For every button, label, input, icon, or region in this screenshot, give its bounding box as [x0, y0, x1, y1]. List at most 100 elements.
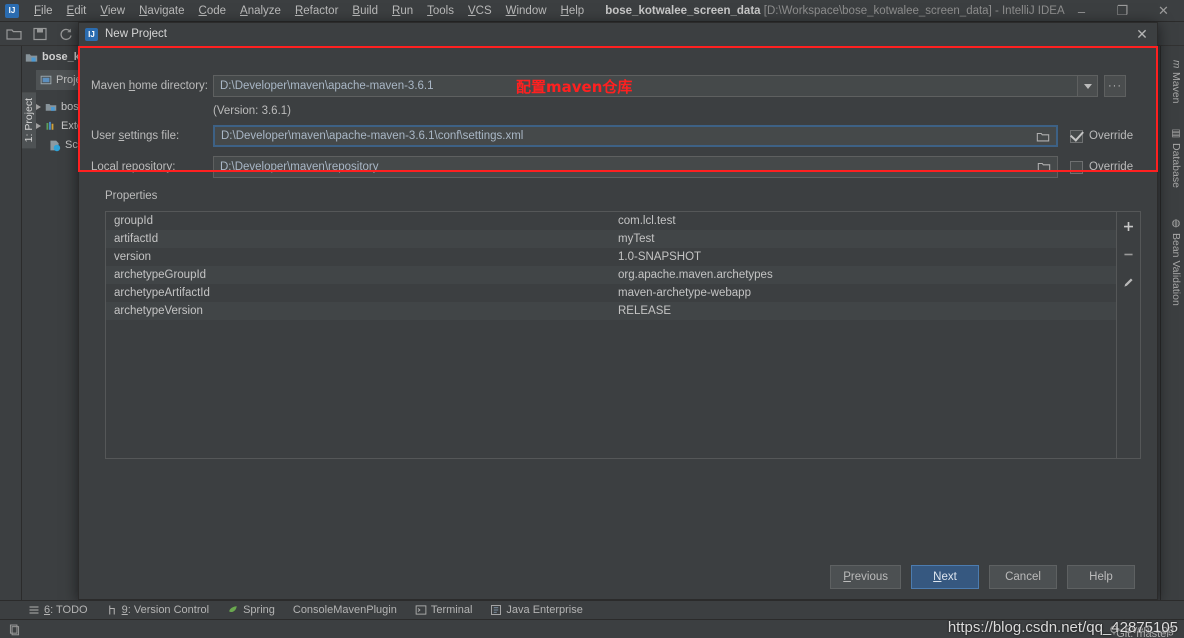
menu-item-help[interactable]: Help: [554, 3, 592, 19]
table-row[interactable]: artifactId myTest: [106, 230, 1118, 248]
library-icon: [45, 120, 57, 132]
property-value: org.apache.maven.archetypes: [618, 269, 773, 281]
sidebar-item-bean-validation[interactable]: ◍ Bean Validation: [1165, 218, 1184, 306]
label-part: Maven: [91, 80, 129, 92]
local-repository-browse-icon[interactable]: [1033, 157, 1055, 177]
menu-bar: File Edit View Navigate Code Analyze Refactor B…: [27, 3, 591, 19]
spring-icon: [227, 604, 239, 616]
expand-triangle-icon[interactable]: [36, 104, 41, 110]
menu-item-vcs[interactable]: VCS: [461, 3, 499, 19]
menu-item-window[interactable]: Window: [499, 3, 554, 19]
remove-property-icon[interactable]: [1121, 246, 1137, 262]
property-value: myTest: [618, 233, 655, 245]
label-part: ettings file:: [124, 130, 180, 142]
menu-item-build[interactable]: Build: [345, 3, 385, 19]
table-row[interactable]: groupId com.lcl.test: [106, 212, 1118, 230]
local-repository-input[interactable]: D:\Developer\maven\repository: [213, 156, 1058, 178]
tree-node-external-libraries[interactable]: Exte: [36, 117, 83, 135]
menu-item-code[interactable]: Code: [192, 3, 234, 19]
bottom-tool-java-enterprise[interactable]: Java Enterprise: [490, 604, 583, 616]
menu-item-navigate[interactable]: Navigate: [132, 3, 191, 19]
dialog-logo-text: IJ: [88, 29, 95, 39]
maven-version-note: (Version: 3.6.1): [213, 105, 291, 117]
bottom-tool-6-todo[interactable]: 6: TODO: [28, 604, 88, 616]
ide-window: IJ File Edit View Navigate Code Analyze Refact…: [0, 0, 1184, 638]
sidebar-item-database[interactable]: ▤ Database: [1165, 128, 1184, 188]
bottom-tool-9-version-control[interactable]: 9: Version Control: [106, 604, 209, 616]
help-button[interactable]: Help: [1067, 565, 1135, 589]
bean-validation-label: Bean Validation: [1170, 233, 1182, 306]
save-all-icon[interactable]: [32, 26, 48, 42]
user-settings-input[interactable]: D:\Developer\maven\apache-maven-3.6.1\co…: [213, 125, 1058, 147]
maven-home-browse-button[interactable]: ···: [1104, 75, 1126, 97]
dialog-close-icon[interactable]: ✕: [1133, 25, 1151, 43]
next-button[interactable]: Next: [911, 565, 979, 589]
checkbox-box[interactable]: [1070, 129, 1083, 143]
status-document-icon: [8, 623, 21, 636]
bean-validation-icon: ◍: [1170, 218, 1182, 229]
maven-icon: m: [1170, 60, 1182, 69]
menu-item-refactor[interactable]: Refactor: [288, 3, 345, 19]
module-folder-icon: [25, 51, 38, 64]
add-property-icon[interactable]: [1121, 218, 1137, 234]
sidebar-item-structure[interactable]: ▮▮ 7: Structure: [0, 0, 3, 60]
maximize-icon[interactable]: ❐: [1102, 0, 1143, 22]
menu-item-analyze[interactable]: Analyze: [233, 3, 288, 19]
property-key: archetypeVersion: [114, 305, 203, 317]
checkbox-box[interactable]: [1070, 160, 1083, 174]
new-project-dialog: IJ New Project ✕ Maven home directory: D…: [78, 22, 1158, 600]
table-row[interactable]: archetypeArtifactId maven-archetype-webap…: [106, 284, 1118, 302]
user-settings-value: D:\Developer\maven\apache-maven-3.6.1\co…: [221, 130, 524, 142]
properties-action-bar: [1116, 212, 1140, 458]
bottom-tool-consolemavenplugin[interactable]: ConsoleMavenPlugin: [293, 604, 397, 616]
local-repository-label: Local repository:: [91, 161, 213, 173]
previous-button[interactable]: Previous: [830, 565, 901, 589]
menu-item-tools[interactable]: Tools: [420, 3, 461, 19]
table-row[interactable]: archetypeGroupId org.apache.maven.archety…: [106, 266, 1118, 284]
menu-item-run[interactable]: Run: [385, 3, 420, 19]
bottom-tool-terminal[interactable]: Terminal: [415, 604, 472, 616]
table-row[interactable]: archetypeVersion RELEASE: [106, 302, 1118, 320]
sync-refresh-icon[interactable]: [58, 26, 74, 42]
dialog-title-bar: IJ New Project ✕: [79, 23, 1157, 45]
table-row[interactable]: version 1.0-SNAPSHOT: [106, 248, 1118, 266]
menu-item-view[interactable]: View: [93, 3, 132, 19]
edit-property-icon[interactable]: [1121, 274, 1137, 290]
override-label: Override: [1089, 161, 1134, 173]
bottom-tool-spring[interactable]: Spring: [227, 604, 275, 616]
user-settings-row: User settings file: D:\Developer\maven\a…: [91, 125, 1133, 147]
menu-item-file[interactable]: File: [27, 3, 60, 19]
maven-home-input[interactable]: D:\Developer\maven\apache-maven-3.6.1: [213, 75, 1078, 97]
title-bar: IJ File Edit View Navigate Code Analyze Refact…: [0, 0, 1184, 22]
label-part: ome directory:: [135, 80, 208, 92]
user-settings-label: User settings file:: [91, 130, 213, 142]
scratch-icon: [48, 139, 61, 152]
dialog-button-bar: Previous Next Cancel Help: [79, 565, 1157, 589]
database-label: Database: [1170, 143, 1182, 188]
user-settings-override-checkbox[interactable]: Override: [1070, 129, 1133, 143]
menu-item-edit[interactable]: Edit: [60, 3, 94, 19]
cancel-button[interactable]: Cancel: [989, 565, 1057, 589]
javaee-icon: [490, 604, 502, 616]
dialog-logo-icon: IJ: [85, 27, 98, 41]
project-tool-window: 1: Project bose_kotw Projec bose Exte Sc…: [22, 46, 99, 616]
sidebar-item-maven[interactable]: m Maven: [1165, 60, 1184, 104]
logo-text: IJ: [8, 6, 16, 15]
maven-home-dropdown-arrow[interactable]: [1078, 75, 1098, 97]
property-value: maven-archetype-webapp: [618, 287, 751, 299]
user-settings-browse-icon[interactable]: [1032, 127, 1054, 147]
dialog-body: Maven home directory: D:\Developer\maven…: [79, 45, 1157, 601]
project-tab-vertical[interactable]: 1: Project: [22, 92, 36, 149]
bottom-tool-label: 9: Version Control: [121, 604, 210, 616]
property-key: version: [114, 251, 152, 263]
expand-triangle-icon[interactable]: [36, 123, 41, 129]
open-folder-icon[interactable]: [6, 26, 22, 42]
property-value: RELEASE: [618, 305, 672, 317]
label-part: User: [91, 130, 119, 142]
window-title: bose_kotwalee_screen_data [D:\Workspace\…: [605, 5, 1064, 17]
local-repository-override-checkbox[interactable]: Override: [1070, 160, 1134, 174]
properties-section-label: Properties: [105, 190, 158, 202]
close-icon[interactable]: ✕: [1143, 0, 1184, 22]
minimize-icon[interactable]: –: [1061, 0, 1102, 22]
sidebar-item-favorites[interactable]: ★ 2: Favorites: [0, 154, 3, 224]
